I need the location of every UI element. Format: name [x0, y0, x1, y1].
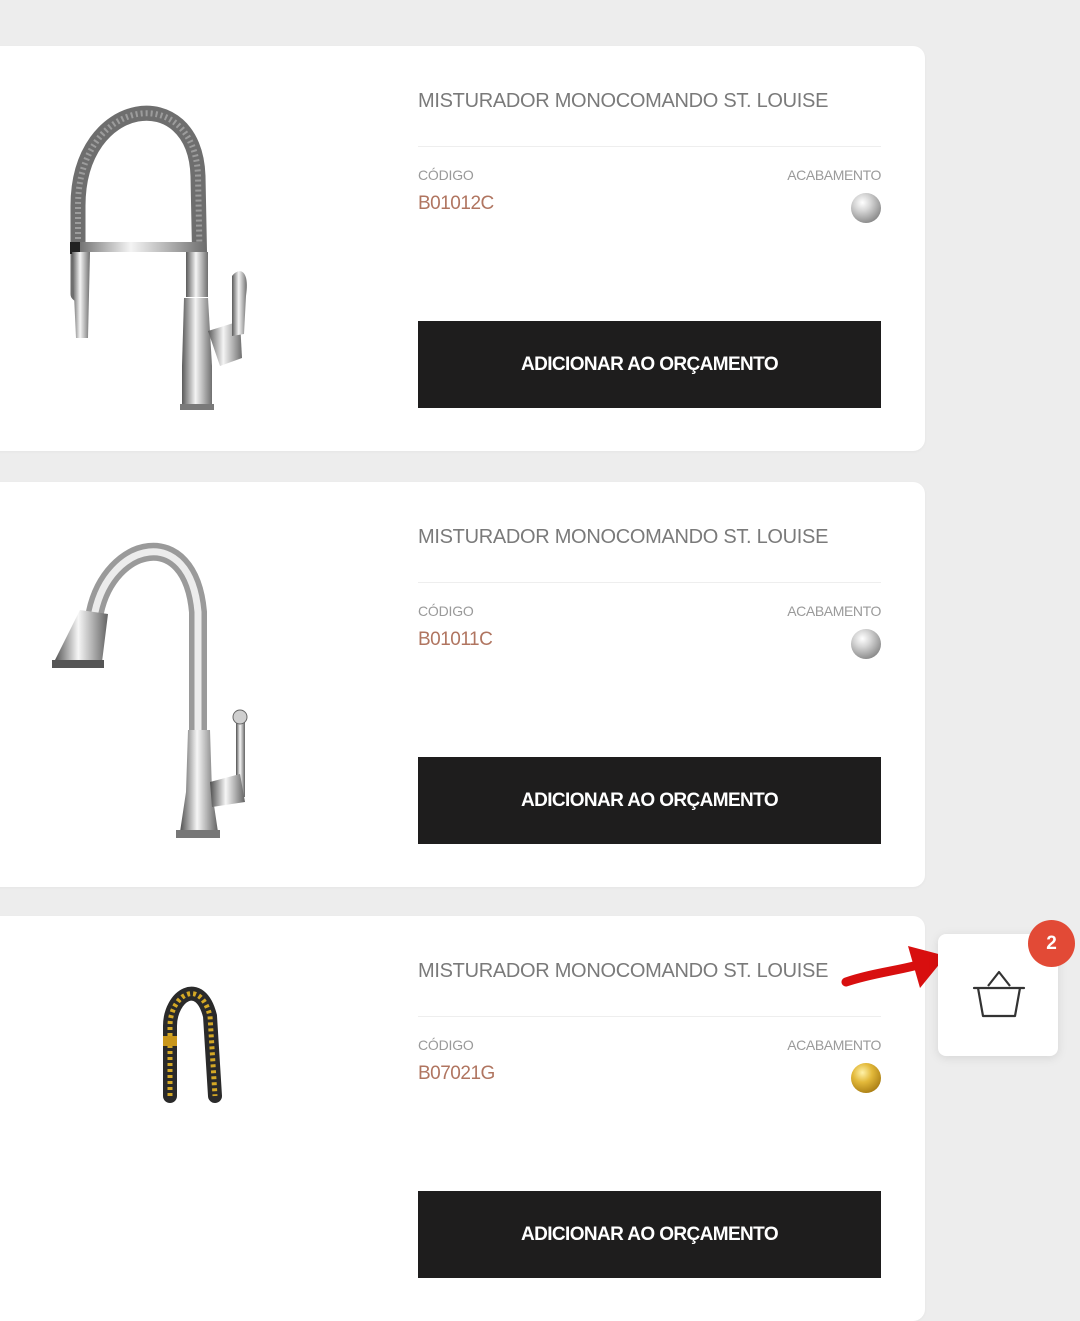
product-image-spring-faucet-gold[interactable]	[40, 936, 340, 1306]
product-code: B01012C	[418, 193, 494, 214]
product-title[interactable]: MISTURADOR MONOCOMANDO ST. LOUISE	[418, 526, 888, 549]
finish-swatch-gold[interactable]	[851, 1063, 881, 1093]
product-image-pull-down-faucet-chrome[interactable]	[40, 502, 340, 872]
add-to-quote-button[interactable]: ADICIONAR AO ORÇAMENTO	[418, 757, 881, 844]
product-code: B01011C	[418, 629, 493, 650]
product-card: MISTURADOR MONOCOMANDO ST. LOUISE CÓDIGO…	[0, 482, 925, 887]
divider	[418, 146, 881, 147]
finish-label: ACABAMENTO	[787, 1037, 881, 1053]
finish-swatch-chrome[interactable]	[851, 193, 881, 223]
product-card: MISTURADOR MONOCOMANDO ST. LOUISE CÓDIGO…	[0, 46, 925, 451]
basket-icon	[972, 970, 1026, 1018]
divider	[418, 1016, 881, 1017]
finish-label: ACABAMENTO	[787, 603, 881, 619]
product-info: MISTURADOR MONOCOMANDO ST. LOUISE CÓDIGO…	[418, 916, 881, 1321]
add-to-quote-button[interactable]: ADICIONAR AO ORÇAMENTO	[418, 321, 881, 408]
product-info: MISTURADOR MONOCOMANDO ST. LOUISE CÓDIGO…	[418, 482, 881, 887]
add-to-quote-button[interactable]: ADICIONAR AO ORÇAMENTO	[418, 1191, 881, 1278]
product-card: MISTURADOR MONOCOMANDO ST. LOUISE CÓDIGO…	[0, 916, 925, 1321]
code-label: CÓDIGO	[418, 1037, 474, 1053]
product-title[interactable]: MISTURADOR MONOCOMANDO ST. LOUISE	[418, 960, 888, 983]
code-label: CÓDIGO	[418, 167, 474, 183]
red-arrow-icon	[841, 946, 946, 988]
product-code: B07021G	[418, 1063, 495, 1084]
product-info: MISTURADOR MONOCOMANDO ST. LOUISE CÓDIGO…	[418, 46, 881, 451]
cart-count-badge: 2	[1028, 920, 1075, 967]
product-image-spring-faucet-chrome[interactable]	[40, 66, 340, 436]
finish-label: ACABAMENTO	[787, 167, 881, 183]
product-title[interactable]: MISTURADOR MONOCOMANDO ST. LOUISE	[418, 90, 888, 113]
code-label: CÓDIGO	[418, 603, 474, 619]
divider	[418, 582, 881, 583]
finish-swatch-chrome[interactable]	[851, 629, 881, 659]
